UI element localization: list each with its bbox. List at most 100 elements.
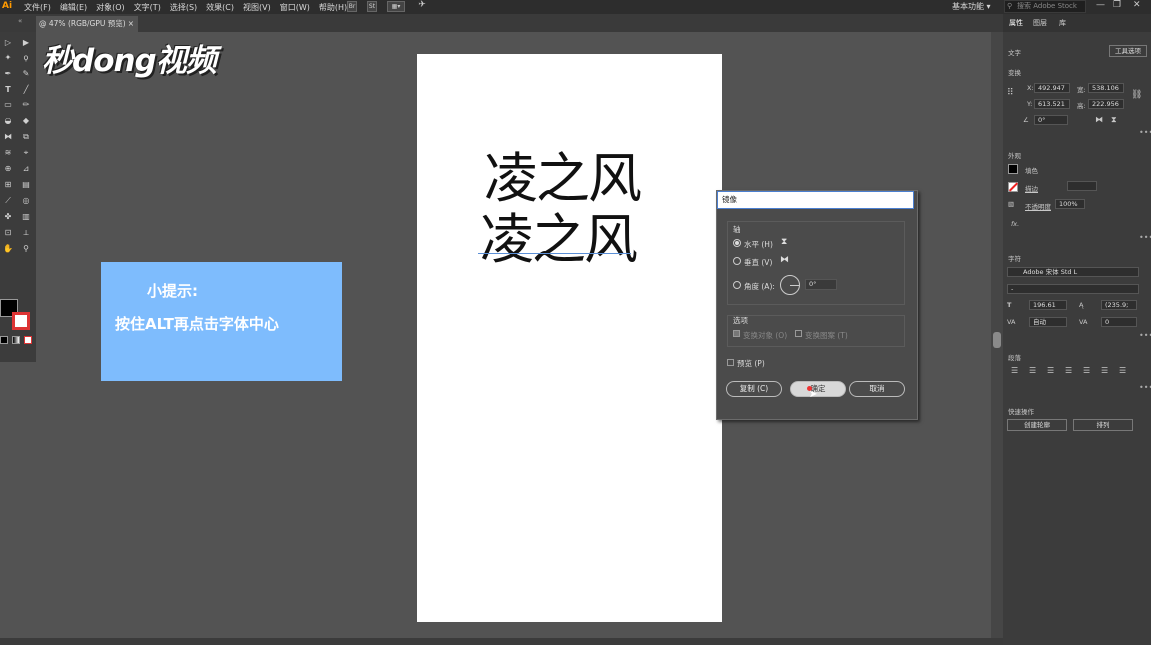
zoom-tool-icon[interactable]: ⚲ [20, 244, 32, 254]
workspace-switcher[interactable]: 基本功能 ▾ [952, 1, 991, 12]
justify-all-icon[interactable]: ☰ [1119, 366, 1126, 375]
shaper-tool-icon[interactable]: ◒ [2, 116, 14, 126]
w-input[interactable]: 538.106 [1088, 83, 1124, 93]
fx-label[interactable]: fx. [1011, 220, 1019, 228]
direct-selection-tool-icon[interactable]: ▶ [20, 38, 32, 48]
font-size-input[interactable]: 196.61 [1029, 300, 1067, 310]
free-transform-tool-icon[interactable]: ⌖ [20, 148, 32, 158]
close-tab-button[interactable]: × [128, 16, 134, 32]
font-family-select[interactable]: Adobe 宋体 Std L [1007, 267, 1139, 277]
menu-help[interactable]: 帮助(H) [319, 2, 347, 13]
perspective-grid-tool-icon[interactable]: ⊿ [20, 164, 32, 174]
h-input[interactable]: 222.956 [1088, 99, 1124, 109]
minimize-button[interactable]: — [1096, 0, 1105, 10]
arrange-documents-icon[interactable]: ▦▾ [387, 1, 405, 12]
angle-input[interactable]: 0° [805, 279, 837, 290]
flip-vertical-icon[interactable]: ⧗ [1111, 115, 1117, 125]
opacity-label[interactable]: 不透明度 [1025, 201, 1051, 211]
bridge-button[interactable]: Br [347, 1, 357, 12]
angle-dial[interactable] [780, 275, 800, 295]
reference-point-icon[interactable]: ⠿ [1007, 88, 1014, 98]
stock-search-input[interactable]: ⚲ 搜索 Adobe Stock [1004, 0, 1086, 13]
gpu-performance-icon[interactable]: ✈ [417, 1, 427, 12]
maximize-button[interactable]: ❐ [1113, 0, 1121, 10]
justify-center-icon[interactable]: ☰ [1083, 366, 1090, 375]
tab-properties[interactable]: 属性 [1009, 18, 1023, 28]
tracking-select[interactable]: 0 [1101, 317, 1137, 327]
magic-wand-tool-icon[interactable]: ✦ [2, 53, 14, 63]
menu-view[interactable]: 视图(V) [243, 2, 271, 13]
preview-checkbox[interactable] [727, 359, 734, 366]
transform-objects-checkbox[interactable] [733, 330, 740, 337]
symbol-sprayer-tool-icon[interactable]: ✤ [2, 212, 14, 222]
stroke-weight-input[interactable] [1067, 181, 1097, 191]
stroke-color-swatch[interactable] [1008, 182, 1019, 192]
stock-button[interactable]: St [367, 1, 377, 12]
curvature-tool-icon[interactable]: ✎ [20, 69, 32, 79]
gradient-mode-icon[interactable] [12, 336, 20, 344]
pen-tool-icon[interactable]: ✒ [2, 69, 14, 79]
mesh-tool-icon[interactable]: ⊞ [2, 180, 14, 190]
stroke-swatch[interactable] [12, 312, 30, 330]
menu-edit[interactable]: 编辑(E) [60, 2, 87, 13]
character-more-icon[interactable]: ••• [1139, 331, 1151, 340]
tool-options-button[interactable]: 工具选项 [1109, 45, 1147, 57]
none-mode-icon[interactable] [24, 336, 32, 344]
arrange-button[interactable]: 排列 [1073, 419, 1133, 431]
copy-button[interactable]: 复制 (C) [726, 381, 782, 397]
preview-label[interactable]: 预览 (P) [737, 358, 765, 369]
color-mode-icon[interactable] [0, 336, 8, 344]
paintbrush-tool-icon[interactable]: ✏ [20, 100, 32, 110]
paragraph-more-icon[interactable]: ••• [1139, 383, 1151, 392]
transform-objects-label[interactable]: 变换对象 (O) [743, 330, 787, 341]
scale-tool-icon[interactable]: ⧉ [20, 132, 32, 142]
align-left-icon[interactable]: ☰ [1011, 366, 1018, 375]
line-tool-icon[interactable]: ╱ [20, 85, 32, 95]
menu-file[interactable]: 文件(F) [24, 2, 51, 13]
dialog-title[interactable]: 镜像 [717, 191, 914, 209]
cancel-button[interactable]: 取消 [849, 381, 905, 397]
type-tool-icon[interactable]: T [2, 85, 14, 95]
shape-builder-tool-icon[interactable]: ⊕ [2, 164, 14, 174]
stroke-label[interactable]: 描边 [1025, 183, 1038, 193]
scroll-thumb[interactable] [993, 332, 1001, 348]
document-tab[interactable]: @ 47% (RGB/GPU 预览) × [36, 16, 138, 32]
horizontal-radio[interactable] [733, 239, 741, 247]
reflect-tool-icon[interactable]: ⧓ [2, 132, 14, 142]
font-style-select[interactable]: - [1007, 284, 1139, 294]
rotate-input[interactable]: 0° [1034, 115, 1068, 125]
tab-layers[interactable]: 图层 [1033, 18, 1047, 28]
angle-radio[interactable] [733, 281, 741, 289]
angle-label[interactable]: 角度 (A): [744, 281, 775, 292]
blend-tool-icon[interactable]: ◎ [20, 196, 32, 206]
constrain-proportions-icon[interactable]: ⛓ [1131, 90, 1142, 100]
gradient-tool-icon[interactable]: ▤ [20, 180, 32, 190]
x-input[interactable]: 492.947 [1034, 83, 1070, 93]
menu-object[interactable]: 对象(O) [96, 2, 125, 13]
rectangle-tool-icon[interactable]: ▭ [2, 100, 14, 110]
width-tool-icon[interactable]: ≋ [2, 148, 14, 158]
create-outlines-button[interactable]: 创建轮廓 [1007, 419, 1067, 431]
collapse-toolbox-icon[interactable]: « [18, 17, 22, 25]
y-input[interactable]: 613.521 [1034, 99, 1070, 109]
align-right-icon[interactable]: ☰ [1047, 366, 1054, 375]
eraser-tool-icon[interactable]: ◆ [20, 116, 32, 126]
horizontal-label[interactable]: 水平 (H) [744, 239, 773, 250]
justify-right-icon[interactable]: ☰ [1101, 366, 1108, 375]
horizontal-scrollbar[interactable] [0, 638, 1003, 645]
transform-patterns-label[interactable]: 变换图案 (T) [805, 330, 848, 341]
fill-color-swatch[interactable] [1008, 164, 1018, 174]
lasso-tool-icon[interactable]: ϙ [20, 53, 32, 63]
eyedropper-tool-icon[interactable]: ⟋ [2, 196, 14, 206]
slice-tool-icon[interactable]: ⟂ [20, 228, 32, 238]
leading-input[interactable]: (235.9; [1101, 300, 1137, 310]
artboard-tool-icon[interactable]: ⊡ [2, 228, 14, 238]
vertical-label[interactable]: 垂直 (V) [744, 257, 772, 268]
transform-patterns-checkbox[interactable] [795, 330, 802, 337]
vertical-scrollbar[interactable] [991, 32, 1003, 645]
appearance-more-icon[interactable]: ••• [1139, 233, 1151, 242]
menu-select[interactable]: 选择(S) [170, 2, 197, 13]
hand-tool-icon[interactable]: ✋ [2, 244, 14, 254]
justify-left-icon[interactable]: ☰ [1065, 366, 1072, 375]
menu-window[interactable]: 窗口(W) [280, 2, 310, 13]
